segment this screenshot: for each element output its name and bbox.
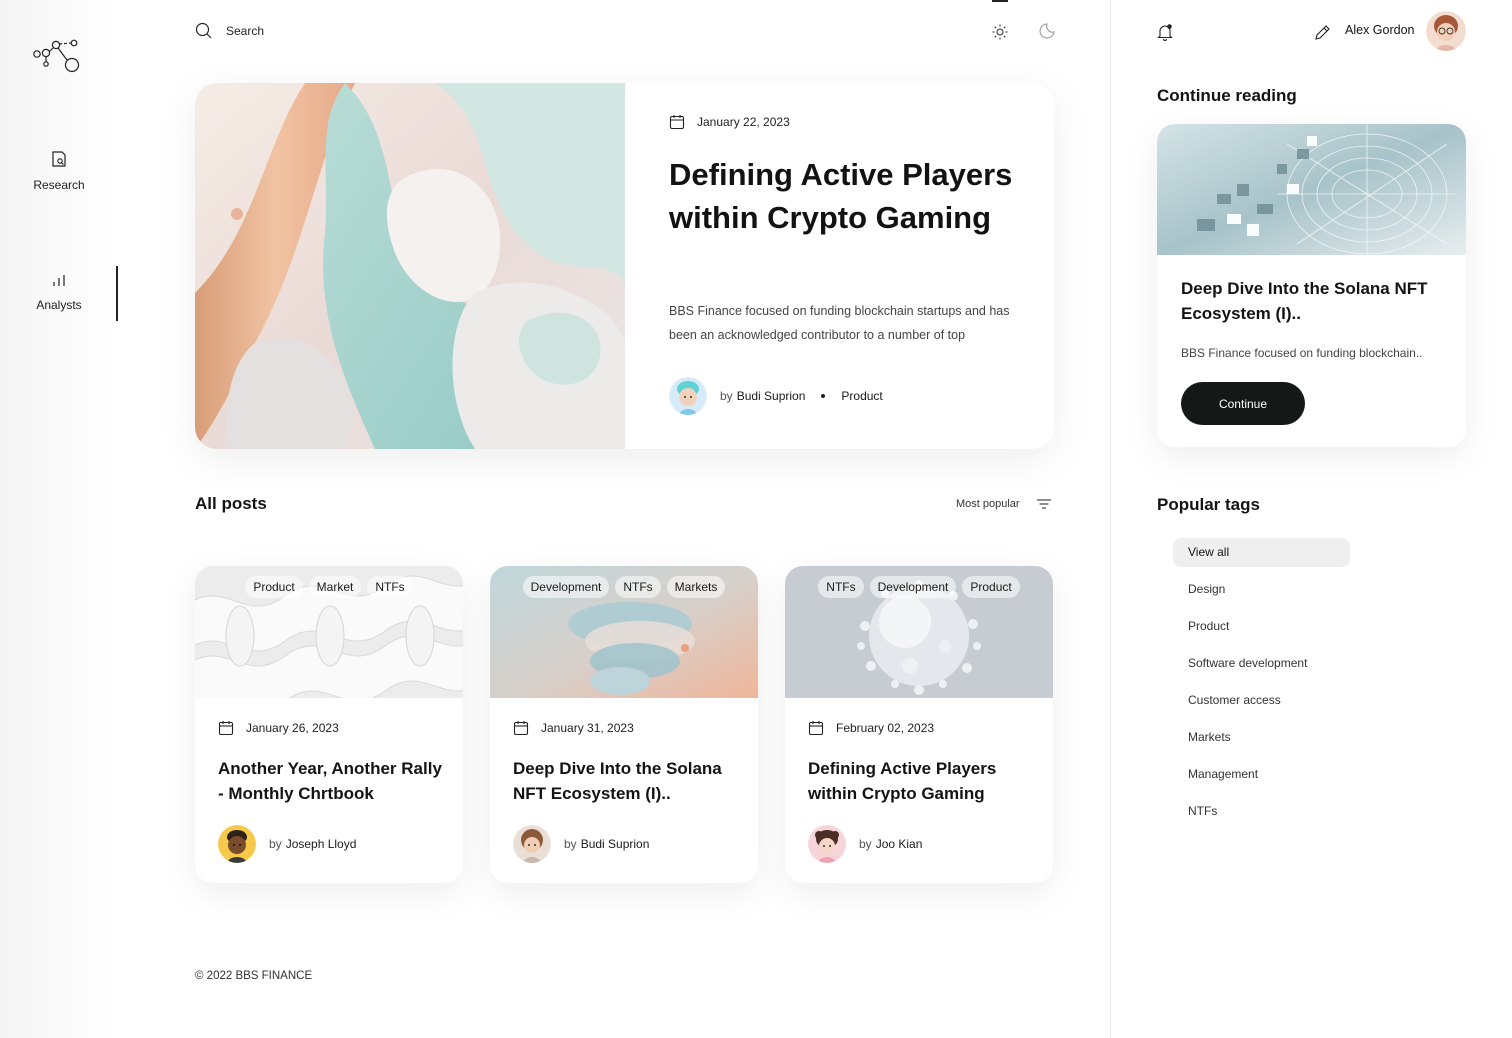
calendar-icon <box>218 721 234 736</box>
edit-icon[interactable] <box>1314 24 1331 41</box>
sidebar-item-label: Research <box>33 178 85 192</box>
tag-item-product[interactable]: Product <box>1173 612 1350 641</box>
search-input[interactable]: Search <box>226 24 264 38</box>
author-prefix: by <box>720 389 733 403</box>
author-name[interactable]: Budi Suprion <box>581 837 650 851</box>
search-document-icon <box>52 151 66 167</box>
author-name[interactable]: Budi Suprion <box>737 389 806 403</box>
author-name[interactable]: Joseph Lloyd <box>286 837 357 851</box>
tag-chip[interactable]: Market <box>308 576 362 598</box>
tag-chip[interactable]: Development <box>522 576 610 598</box>
logo-icon[interactable] <box>32 38 84 76</box>
separator-dot <box>821 394 826 398</box>
tag-chip[interactable]: NTFs <box>818 576 864 598</box>
bar-chart-icon <box>53 275 65 286</box>
tag-chip[interactable]: NTFs <box>615 576 661 598</box>
popular-tags-title: Popular tags <box>1157 495 1260 514</box>
avatar[interactable] <box>513 825 551 863</box>
tag-item-view-all[interactable]: View all <box>1173 538 1350 567</box>
post-date-text: February 02, 2023 <box>836 721 935 735</box>
post-date: January 22, 2023 <box>669 114 790 130</box>
author-prefix: by <box>269 837 282 851</box>
featured-post-card[interactable]: January 22, 2023 Defining Active Players… <box>195 83 1054 449</box>
continue-button[interactable]: Continue <box>1181 382 1305 425</box>
tag-item-management[interactable]: Management <box>1173 760 1350 789</box>
post-tags: NTFs Development Product <box>785 576 1053 598</box>
post-author: by Joseph Lloyd <box>218 825 356 863</box>
continue-reading-post-title[interactable]: Deep Dive Into the Solana NFT Ecosystem … <box>1181 276 1451 326</box>
post-card[interactable]: Product Market NTFs January 26, 2023 Ano… <box>195 566 463 883</box>
avatar[interactable] <box>218 825 256 863</box>
continue-reading-post-description: BBS Finance focused on funding blockchai… <box>1181 346 1423 360</box>
sort-dropdown[interactable]: Most popular <box>956 498 1052 510</box>
sort-label: Most popular <box>956 498 1020 510</box>
avatar[interactable] <box>808 825 846 863</box>
sidebar: Research Analysts <box>0 0 118 1038</box>
post-card[interactable]: Development NTFs Markets January 31, 202… <box>490 566 758 883</box>
post-tags: Product Market NTFs <box>195 576 463 598</box>
moon-icon[interactable] <box>1038 22 1056 40</box>
post-date: January 26, 2023 <box>218 720 339 736</box>
sun-icon[interactable] <box>992 24 1008 40</box>
featured-post-image <box>195 83 625 449</box>
post-title[interactable]: Deep Dive Into the Solana NFT Ecosystem … <box>513 756 741 806</box>
notification-bell-icon[interactable] <box>1156 23 1174 41</box>
post-title[interactable]: Another Year, Another Rally - Monthly Ch… <box>218 756 446 806</box>
user-avatar[interactable] <box>1426 11 1466 51</box>
continue-reading-card[interactable]: Deep Dive Into the Solana NFT Ecosystem … <box>1157 124 1466 447</box>
author-prefix: by <box>859 837 872 851</box>
tag-item-customer-access[interactable]: Customer access <box>1173 686 1350 715</box>
continue-reading-image <box>1157 124 1466 255</box>
post-author: by Joo Kian <box>808 825 922 863</box>
calendar-icon <box>808 721 824 736</box>
user-name[interactable]: Alex Gordon <box>1345 23 1414 37</box>
main-content: Search January 22, 2023 Defining Active … <box>118 0 1110 1038</box>
post-category[interactable]: Product <box>841 389 882 403</box>
tag-item-markets[interactable]: Markets <box>1173 723 1350 752</box>
calendar-icon <box>669 115 685 130</box>
tag-chip[interactable]: NTFs <box>367 576 413 598</box>
post-date: January 31, 2023 <box>513 720 634 736</box>
author-name[interactable]: Joo Kian <box>876 837 923 851</box>
filter-icon <box>1036 499 1051 509</box>
post-date-text: January 31, 2023 <box>541 721 634 735</box>
post-card[interactable]: NTFs Development Product February 02, 20… <box>785 566 1053 883</box>
sidebar-item-research[interactable]: Research <box>0 150 118 192</box>
avatar[interactable] <box>669 377 707 415</box>
active-theme-indicator <box>992 0 1008 2</box>
sidebar-item-label: Analysts <box>36 298 82 312</box>
tag-item-design[interactable]: Design <box>1173 575 1350 604</box>
right-panel: Alex Gordon Continue reading Deep Dive I… <box>1110 0 1512 1038</box>
featured-post-title[interactable]: Defining Active Players within Crypto Ga… <box>669 153 1029 239</box>
post-author: by Budi Suprion <box>513 825 649 863</box>
post-date: February 02, 2023 <box>808 720 934 736</box>
post-author: by Budi Suprion Product <box>669 377 883 415</box>
featured-post-description: BBS Finance focused on funding blockchai… <box>669 304 1010 342</box>
post-tags: Development NTFs Markets <box>490 576 758 598</box>
post-date-text: January 26, 2023 <box>246 721 339 735</box>
search-icon <box>195 22 212 39</box>
tag-item-ntfs[interactable]: NTFs <box>1173 797 1350 826</box>
tag-chip[interactable]: Development <box>869 576 957 598</box>
footer-copyright: © 2022 BBS FINANCE <box>195 970 313 982</box>
sidebar-item-analysts[interactable]: Analysts <box>0 272 118 312</box>
tag-item-software-development[interactable]: Software development <box>1173 649 1350 678</box>
search-bar[interactable]: Search <box>195 22 264 39</box>
post-date-text: January 22, 2023 <box>697 115 790 129</box>
author-prefix: by <box>564 837 577 851</box>
tag-chip[interactable]: Markets <box>666 576 726 598</box>
tag-chip[interactable]: Product <box>962 576 1020 598</box>
popular-tags-list: View all Design Product Software develop… <box>1173 538 1350 834</box>
tag-chip[interactable]: Product <box>245 576 303 598</box>
app-root: Research Analysts Search January 22, 202… <box>0 0 1512 1038</box>
calendar-icon <box>513 721 529 736</box>
continue-reading-title: Continue reading <box>1157 86 1297 105</box>
all-posts-title: All posts <box>195 494 267 513</box>
post-title[interactable]: Defining Active Players within Crypto Ga… <box>808 756 1036 806</box>
